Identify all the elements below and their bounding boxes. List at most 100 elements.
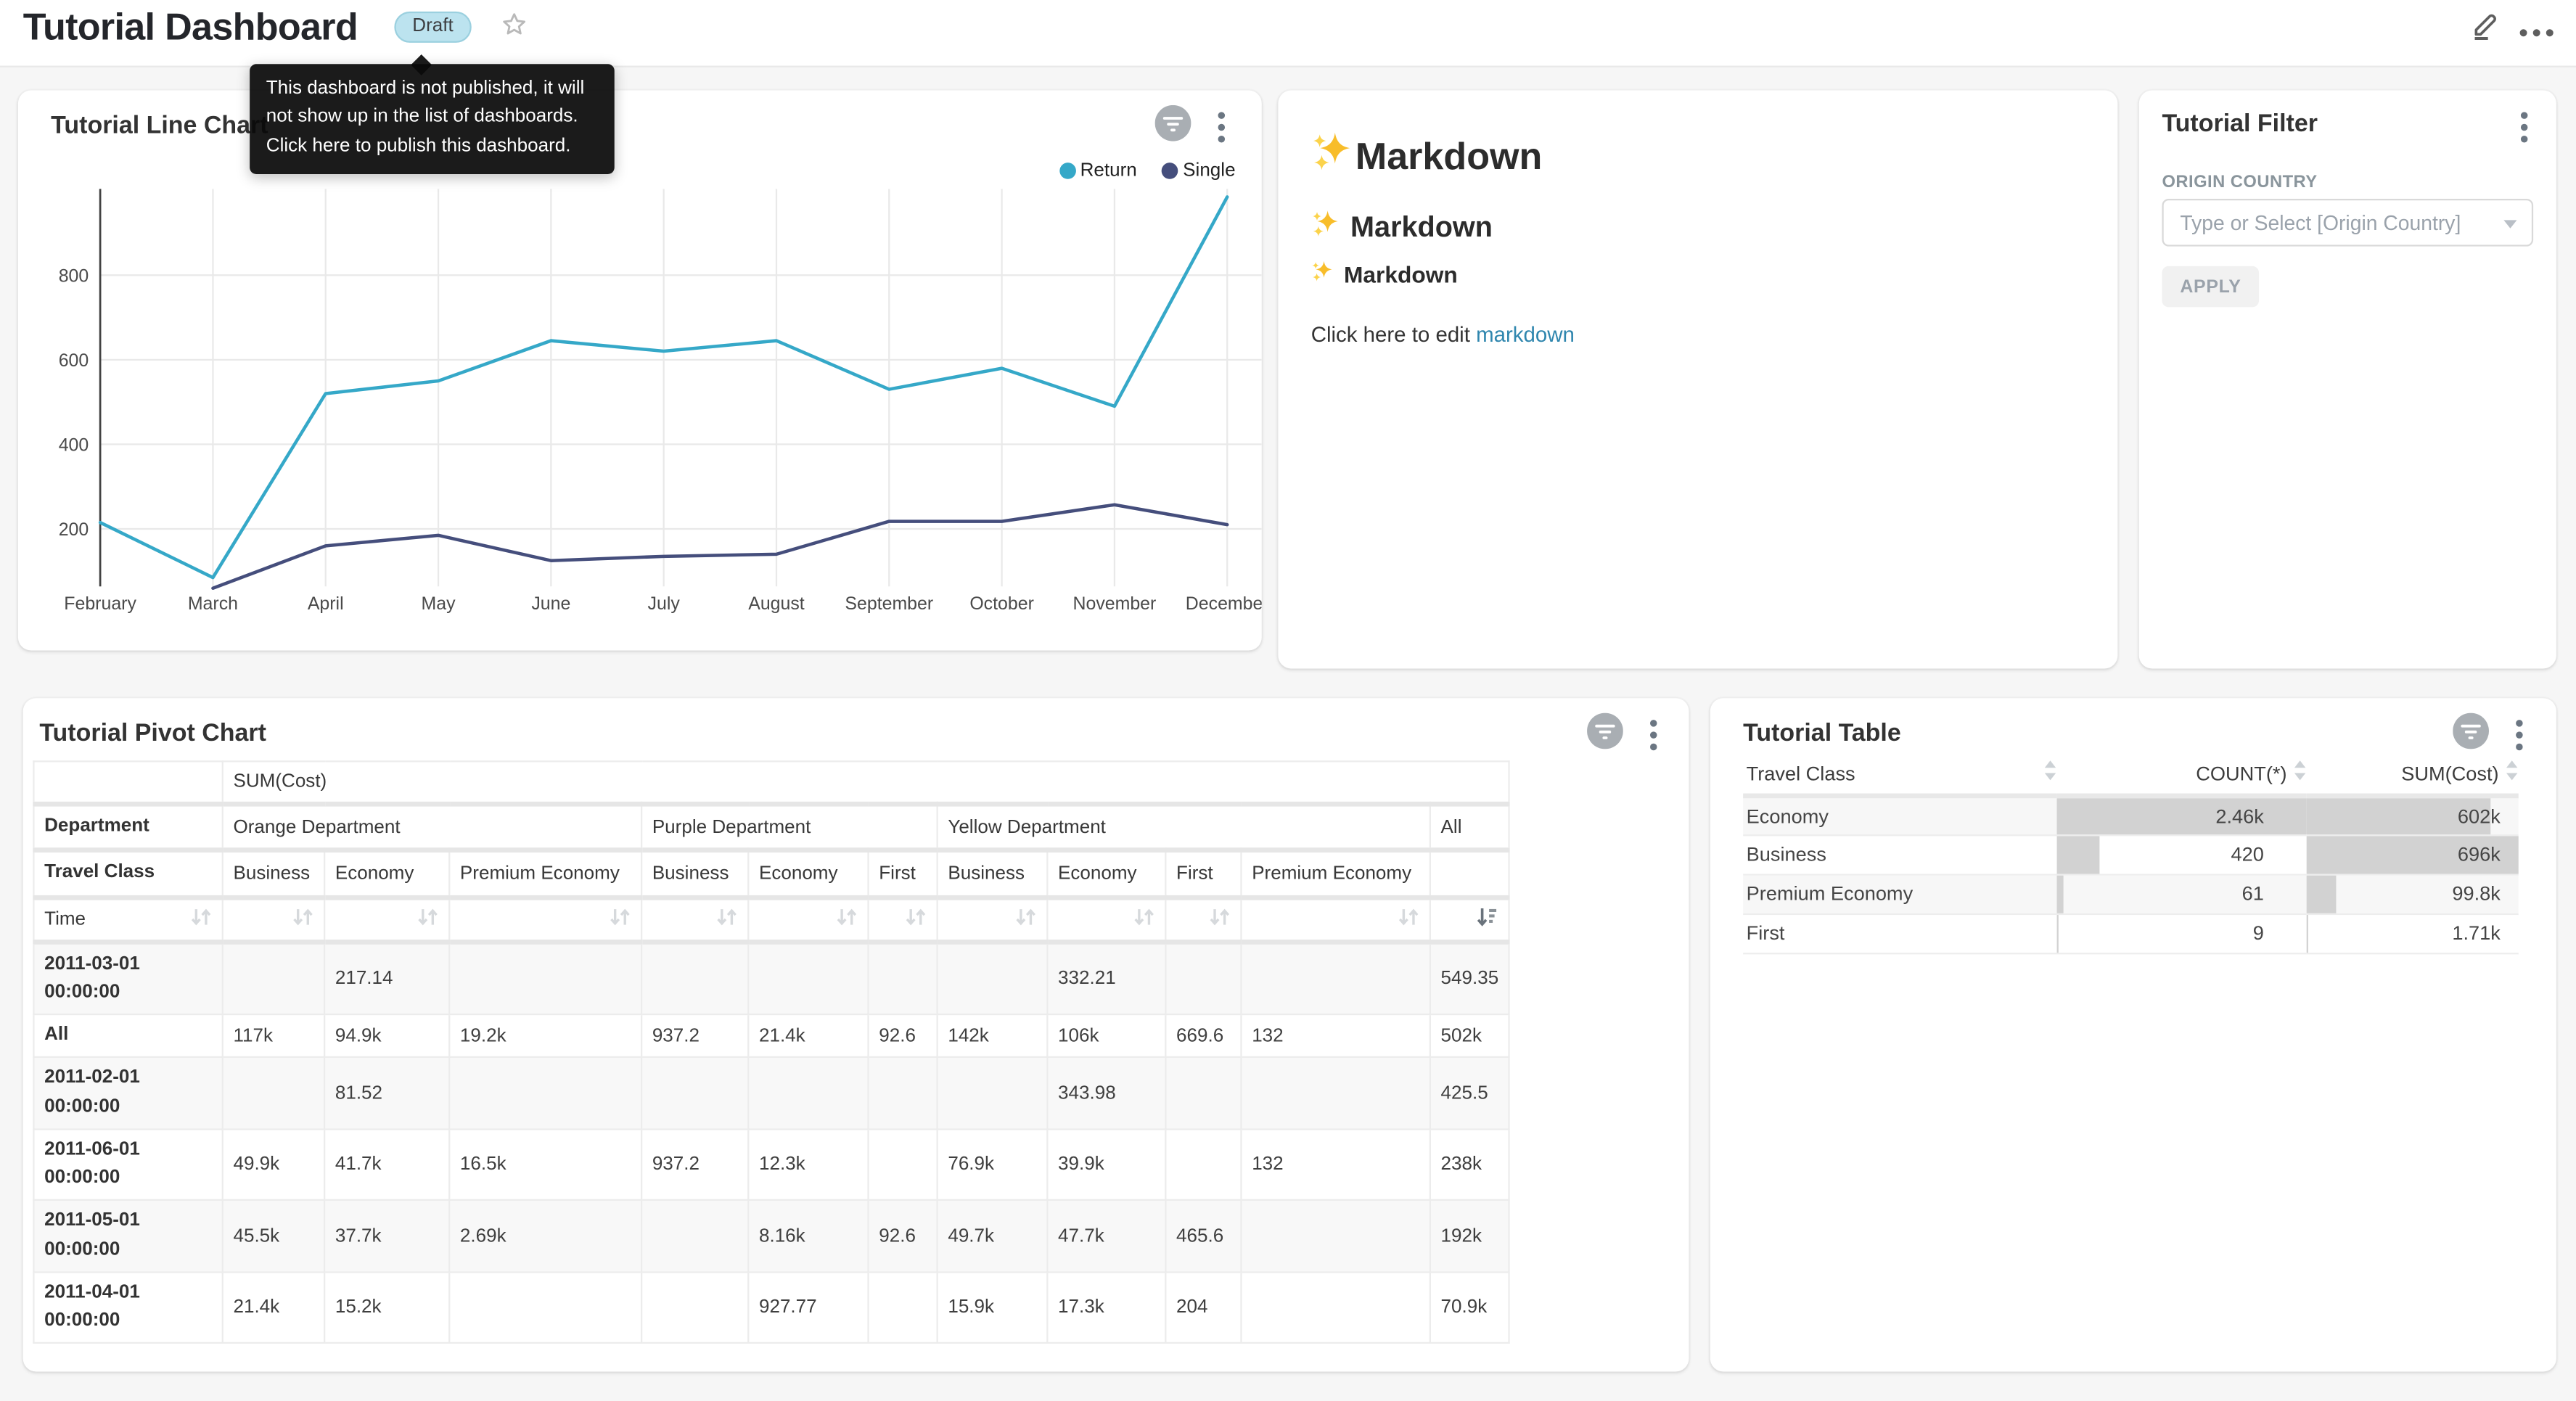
pivot-cell	[869, 1057, 938, 1128]
pivot-cell	[449, 1272, 641, 1343]
x-axis-tick-label: July	[648, 593, 681, 614]
sort-icon[interactable]	[716, 906, 737, 932]
y-axis-tick-label: 200	[59, 519, 89, 540]
legend-item-return[interactable]: Return	[1059, 161, 1137, 181]
table-card-title: Tutorial Table	[1743, 720, 1901, 747]
sparkles-icon	[1311, 130, 1354, 182]
favorite-star-icon[interactable]	[499, 10, 529, 40]
pivot-sort-header[interactable]	[641, 897, 748, 941]
y-axis-tick-label: 600	[59, 350, 89, 371]
sort-icon[interactable]	[836, 906, 857, 932]
sort-icon[interactable]	[2506, 761, 2519, 786]
sort-icon[interactable]	[2294, 761, 2307, 786]
x-axis-tick-label: May	[422, 593, 456, 614]
pivot-cell: 132	[1241, 1014, 1429, 1057]
legend-item-single[interactable]: Single	[1162, 161, 1236, 181]
pivot-column-header: Business	[938, 850, 1048, 897]
table-column-header[interactable]: SUM(Cost)	[2307, 754, 2519, 795]
pivot-column-header	[1430, 850, 1509, 897]
line-series-single[interactable]	[213, 505, 1227, 588]
markdown-heading-text: Markdown	[1355, 134, 1542, 178]
apply-button[interactable]: APPLY	[2162, 266, 2259, 308]
pivot-sort-header[interactable]	[1165, 897, 1241, 941]
pivot-sort-header[interactable]	[449, 897, 641, 941]
line-chart-title: Tutorial Line Chart	[51, 112, 268, 139]
publish-tooltip: This dashboard is not published, it will…	[250, 64, 615, 175]
pivot-sort-header[interactable]	[748, 897, 868, 941]
pivot-cell: 92.6	[869, 1014, 938, 1057]
sort-icon[interactable]	[1015, 906, 1036, 932]
pivot-sort-header[interactable]	[1430, 897, 1509, 941]
pivot-cell: 238k	[1430, 1129, 1509, 1200]
kebab-menu-icon[interactable]	[2514, 108, 2535, 154]
x-axis-tick-label: October	[969, 593, 1034, 614]
filter-field-label: ORIGIN COUNTRY	[2162, 173, 2317, 192]
pivot-cell	[869, 1272, 938, 1343]
filter-indicator-icon[interactable]	[2453, 713, 2489, 757]
pivot-sort-header[interactable]	[938, 897, 1048, 941]
edit-pencil-icon[interactable]	[2469, 8, 2502, 49]
pivot-time-header[interactable]: Time	[33, 897, 222, 941]
sort-icon[interactable]	[1133, 906, 1154, 932]
table-column-header[interactable]: Travel Class	[1743, 754, 2056, 795]
sort-icon[interactable]	[2043, 761, 2056, 786]
sort-icon[interactable]	[1398, 906, 1419, 932]
pivot-cell	[1165, 1129, 1241, 1200]
filter-indicator-icon[interactable]	[1155, 105, 1191, 149]
count-cell: 9	[2057, 913, 2307, 953]
cell-value: 696k	[2307, 842, 2501, 866]
filter-indicator-icon[interactable]	[1587, 713, 1623, 757]
pivot-column-header: Business	[641, 850, 748, 897]
cell-value: 61	[2057, 882, 2264, 905]
pivot-cell: 2.69k	[449, 1200, 641, 1271]
pivot-sort-header[interactable]	[1241, 897, 1429, 941]
pivot-cell: 192k	[1430, 1200, 1509, 1271]
chevron-down-icon	[2503, 220, 2516, 228]
origin-country-select[interactable]: Type or Select [Origin Country]	[2162, 199, 2533, 247]
kebab-menu-icon[interactable]	[1643, 716, 1664, 762]
pivot-column-header: First	[1165, 850, 1241, 897]
sort-icon[interactable]	[905, 906, 926, 932]
sort-icon[interactable]	[417, 906, 438, 932]
sort-icon[interactable]	[191, 906, 212, 932]
table-column-header[interactable]: COUNT(*)	[2057, 754, 2307, 795]
pivot-cell	[449, 1057, 641, 1128]
pivot-cell: 132	[1241, 1129, 1429, 1200]
pivot-cell: 927.77	[748, 1272, 868, 1343]
pivot-sort-header[interactable]	[1047, 897, 1165, 941]
pivot-cell: 332.21	[1047, 941, 1165, 1014]
markdown-heading-2: Markdown	[1311, 209, 1493, 247]
pivot-row: 2011-06-01 00:00:0049.9k41.7k16.5k937.21…	[33, 1129, 1509, 1200]
sort-icon[interactable]	[1209, 906, 1230, 932]
count-cell: 420	[2057, 834, 2307, 874]
status-badge[interactable]: Draft	[394, 12, 471, 43]
chart-legend: Return Single	[1059, 161, 1235, 181]
legend-label: Return	[1080, 161, 1137, 181]
sum-cost-cell: 1.71k	[2307, 913, 2519, 953]
ellipsis-menu-icon[interactable]	[2519, 17, 2555, 46]
pivot-cell	[1241, 1057, 1429, 1128]
sort-icon[interactable]	[610, 906, 631, 932]
pivot-cell	[1241, 941, 1429, 1014]
pivot-cell: 937.2	[641, 1014, 748, 1057]
line-chart[interactable]: FebruaryMarchAprilMayJuneJulyAugustSepte…	[18, 186, 1262, 651]
pivot-sort-header[interactable]	[223, 897, 324, 941]
pivot-cell: 37.7k	[324, 1200, 449, 1271]
pivot-sort-header[interactable]	[869, 897, 938, 941]
pivot-sort-header[interactable]	[324, 897, 449, 941]
pivot-cell	[223, 941, 324, 1014]
y-axis-tick-label: 800	[59, 266, 89, 286]
sort-descending-icon[interactable]	[1477, 906, 1498, 932]
pivot-row-label: 2011-03-01 00:00:00	[33, 941, 222, 1014]
pivot-row-label: 2011-06-01 00:00:00	[33, 1129, 222, 1200]
kebab-menu-icon[interactable]	[1211, 108, 1232, 154]
sort-icon[interactable]	[292, 906, 313, 932]
pivot-cell: 425.5	[1430, 1057, 1509, 1128]
pivot-cell: 45.5k	[223, 1200, 324, 1271]
markdown-heading-3: Markdown	[1311, 260, 1458, 287]
markdown-edit-link[interactable]: markdown	[1476, 322, 1575, 347]
pivot-column-header: Business	[223, 850, 324, 897]
pivot-metric-header: SUM(Cost)	[223, 761, 1509, 804]
markdown-body-text: Click here to edit	[1311, 322, 1476, 347]
pivot-cell: 465.6	[1165, 1200, 1241, 1271]
